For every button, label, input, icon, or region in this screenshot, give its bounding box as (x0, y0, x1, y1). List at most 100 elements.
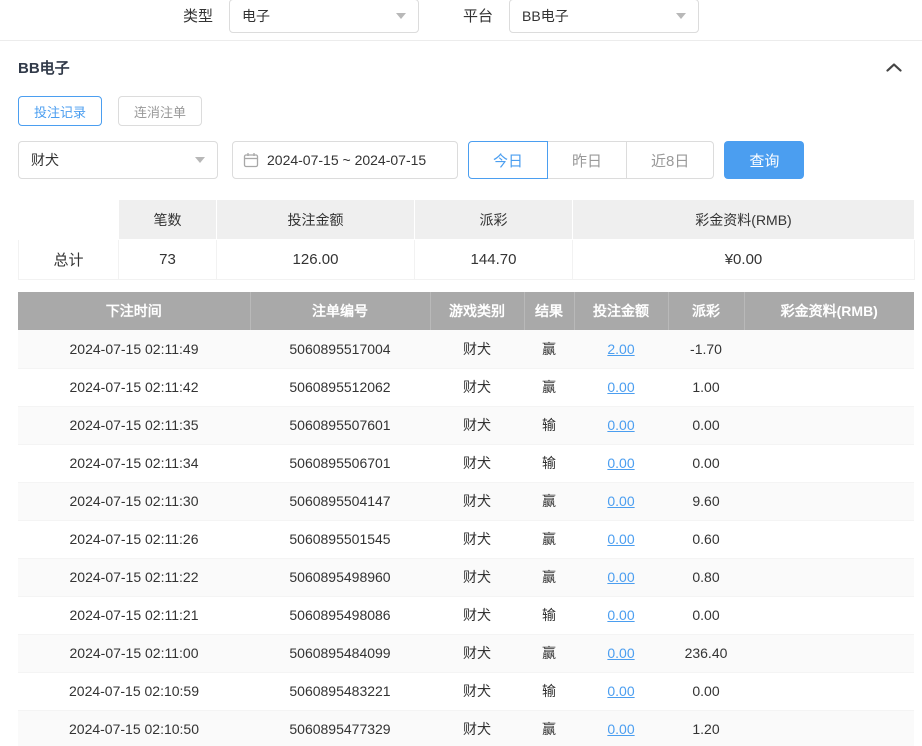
cell-payout: 1.20 (668, 710, 744, 746)
bet-amount-link[interactable]: 0.00 (607, 493, 634, 509)
cell-game-type: 财犬 (430, 330, 524, 368)
cell-game-type: 财犬 (430, 444, 524, 482)
game-select[interactable]: 财犬 (18, 141, 218, 179)
cell-payout: 9.60 (668, 482, 744, 520)
bet-amount-link[interactable]: 0.00 (607, 417, 634, 433)
cell-bet-amount: 0.00 (574, 558, 668, 596)
bet-amount-link[interactable]: 0.00 (607, 683, 634, 699)
cell-bonus (744, 672, 914, 710)
bet-amount-link[interactable]: 0.00 (607, 607, 634, 623)
table-row: 2024-07-15 02:11:355060895507601财犬输0.000… (18, 406, 914, 444)
summary-total-count: 73 (119, 240, 217, 280)
summary-header-row: 笔数 投注金额 派彩 彩金资料(RMB) (19, 200, 915, 240)
bet-amount-link[interactable]: 0.00 (607, 531, 634, 547)
cell-order-id: 5060895504147 (250, 482, 430, 520)
cell-bet-time: 2024-07-15 02:11:30 (18, 482, 250, 520)
cell-bet-time: 2024-07-15 02:11:42 (18, 368, 250, 406)
cell-order-id: 5060895498086 (250, 596, 430, 634)
today-button[interactable]: 今日 (468, 141, 548, 179)
query-button[interactable]: 查询 (724, 141, 804, 179)
table-row: 2024-07-15 02:10:595060895483221财犬输0.000… (18, 672, 914, 710)
cell-bonus (744, 444, 914, 482)
cell-result: 赢 (524, 558, 574, 596)
cell-bet-time: 2024-07-15 02:11:00 (18, 634, 250, 672)
chevron-down-icon (676, 13, 686, 19)
cell-payout: 0.00 (668, 444, 744, 482)
cell-bet-time: 2024-07-15 02:11:26 (18, 520, 250, 558)
cell-bonus (744, 368, 914, 406)
table-row: 2024-07-15 02:11:305060895504147财犬赢0.009… (18, 482, 914, 520)
platform-select-value: BB电子 (522, 6, 569, 26)
tab-bet-records[interactable]: 投注记录 (18, 96, 102, 126)
bet-amount-link[interactable]: 0.00 (607, 455, 634, 471)
cell-bet-time: 2024-07-15 02:11:34 (18, 444, 250, 482)
cell-bet-amount: 0.00 (574, 596, 668, 634)
chevron-up-icon (886, 63, 902, 72)
type-filter-group: 类型 电子 (183, 0, 419, 33)
platform-select[interactable]: BB电子 (509, 0, 699, 33)
summary-header-bet-amount: 投注金额 (217, 200, 415, 240)
platform-label: 平台 (463, 1, 493, 33)
section-header: BB电子 (0, 41, 922, 78)
yesterday-button[interactable]: 昨日 (547, 141, 627, 179)
records-header-result: 结果 (524, 292, 574, 330)
calendar-icon (243, 152, 259, 168)
cell-result: 赢 (524, 368, 574, 406)
game-select-value: 财犬 (31, 150, 59, 170)
tab-cancelled-orders[interactable]: 连消注单 (118, 96, 202, 126)
cell-bet-amount: 0.00 (574, 368, 668, 406)
bet-amount-link[interactable]: 0.00 (607, 721, 634, 737)
cell-result: 赢 (524, 330, 574, 368)
cell-bonus (744, 596, 914, 634)
last-8-days-button[interactable]: 近8日 (626, 141, 714, 179)
cell-result: 赢 (524, 520, 574, 558)
summary-header-bonus: 彩金资料(RMB) (573, 200, 915, 240)
cell-payout: 0.00 (668, 672, 744, 710)
records-header-bonus: 彩金资料(RMB) (744, 292, 914, 330)
cell-payout: 0.00 (668, 406, 744, 444)
cell-payout: 0.00 (668, 596, 744, 634)
bet-amount-link[interactable]: 2.00 (607, 341, 634, 357)
collapse-section-button[interactable] (886, 63, 902, 72)
type-label: 类型 (183, 1, 213, 33)
cell-payout: 0.80 (668, 558, 744, 596)
cell-result: 输 (524, 672, 574, 710)
top-filter-bar: 类型 电子 平台 BB电子 (0, 0, 922, 41)
cell-game-type: 财犬 (430, 406, 524, 444)
bet-amount-link[interactable]: 0.00 (607, 645, 634, 661)
cell-game-type: 财犬 (430, 368, 524, 406)
records-header-game-type: 游戏类别 (430, 292, 524, 330)
cell-payout: 0.60 (668, 520, 744, 558)
table-row: 2024-07-15 02:11:215060895498086财犬输0.000… (18, 596, 914, 634)
cell-bonus (744, 520, 914, 558)
summary-header-payout: 派彩 (415, 200, 573, 240)
bet-amount-link[interactable]: 0.00 (607, 569, 634, 585)
cell-payout: -1.70 (668, 330, 744, 368)
summary-total-bonus: ¥0.00 (573, 240, 915, 280)
bet-amount-link[interactable]: 0.00 (607, 379, 634, 395)
cell-order-id: 5060895498960 (250, 558, 430, 596)
tab-bar: 投注记录 连消注单 (0, 96, 922, 126)
cell-bet-amount: 0.00 (574, 444, 668, 482)
cell-bet-amount: 2.00 (574, 330, 668, 368)
summary-header-count: 笔数 (119, 200, 217, 240)
date-range-input[interactable]: 2024-07-15 ~ 2024-07-15 (232, 141, 458, 179)
records-table: 下注时间 注单编号 游戏类别 结果 投注金额 派彩 彩金资料(RMB) 2024… (18, 292, 914, 746)
type-select[interactable]: 电子 (229, 0, 419, 33)
cell-result: 输 (524, 596, 574, 634)
summary-header-blank (19, 200, 119, 240)
cell-bonus (744, 710, 914, 746)
cell-game-type: 财犬 (430, 596, 524, 634)
cell-bonus (744, 330, 914, 368)
cell-bonus (744, 634, 914, 672)
platform-filter-group: 平台 BB电子 (463, 0, 699, 33)
summary-total-payout: 144.70 (415, 240, 573, 280)
cell-bet-amount: 0.00 (574, 520, 668, 558)
quick-date-button-group: 今日 昨日 近8日 (468, 141, 714, 179)
cell-order-id: 5060895483221 (250, 672, 430, 710)
section-title: BB电子 (18, 57, 70, 78)
table-row: 2024-07-15 02:11:345060895506701财犬输0.000… (18, 444, 914, 482)
cell-game-type: 财犬 (430, 482, 524, 520)
table-row: 2024-07-15 02:11:005060895484099财犬赢0.002… (18, 634, 914, 672)
cell-order-id: 5060895477329 (250, 710, 430, 746)
